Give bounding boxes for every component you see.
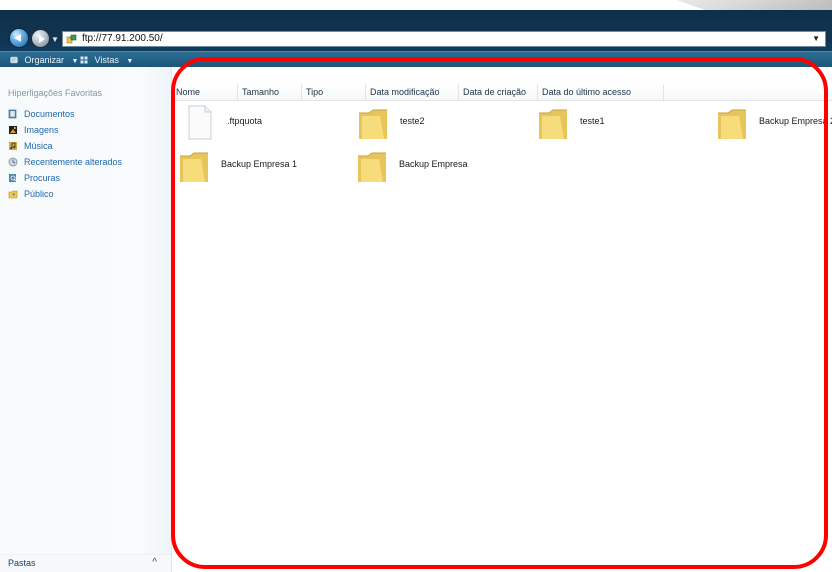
recent-icon xyxy=(8,157,18,167)
views-button[interactable]: Vistas ▼ xyxy=(80,54,133,66)
address-bar[interactable]: ftp://77.91.200.50/ ▼ xyxy=(62,31,826,47)
column-header-last-access[interactable]: Data do último acesso xyxy=(538,84,664,100)
folder-name: Backup Empresa 2 xyxy=(759,116,832,126)
sidebar-item-searches[interactable]: Procuras xyxy=(8,170,168,186)
folder-item-teste2[interactable]: teste2 xyxy=(356,103,506,145)
organize-icon xyxy=(10,56,18,64)
favorites-heading: Hiperligações Favoritas xyxy=(8,88,103,98)
column-header-modified[interactable]: Data modificação xyxy=(366,84,459,100)
folder-name: Backup Empresa xyxy=(399,159,468,169)
sidebar-item-label: Imagens xyxy=(24,125,59,135)
search-icon xyxy=(9,174,17,182)
file-grid: .ftpquota teste2 teste1 Backup Empresa 2… xyxy=(172,101,832,572)
images-icon xyxy=(9,126,17,134)
file-name: .ftpquota xyxy=(227,116,263,126)
network-location-icon xyxy=(66,34,77,44)
column-header-name[interactable]: Nome xyxy=(172,84,238,100)
folder-item-backup-empresa[interactable]: Backup Empresa xyxy=(355,146,505,188)
folders-label: Pastas xyxy=(8,558,36,568)
file-list-pane: Nome Tamanho Tipo Data modificação Data … xyxy=(172,67,832,572)
sidebar-item-label: Público xyxy=(24,189,54,199)
address-text: ftp://77.91.200.50/ xyxy=(82,33,163,44)
recent-pages-dropdown-icon[interactable]: ▼ xyxy=(51,35,59,44)
sidebar-item-label: Procuras xyxy=(24,173,61,183)
sidebar-item-images[interactable]: Imagens xyxy=(8,122,168,138)
organize-button[interactable]: Organizar ▼ xyxy=(10,54,78,66)
folder-icon xyxy=(358,152,386,182)
file-icon xyxy=(188,105,212,140)
folder-name: teste1 xyxy=(580,116,605,126)
folder-name: Backup Empresa 1 xyxy=(221,159,298,169)
folders-pane-toggle[interactable]: Pastas ^ xyxy=(0,554,171,572)
folder-item-teste1[interactable]: teste1 xyxy=(536,103,686,145)
navigation-pane: Hiperligações Favoritas Documentos Image… xyxy=(0,67,172,572)
column-header-row: Nome Tamanho Tipo Data modificação Data … xyxy=(172,84,832,101)
column-header-size[interactable]: Tamanho xyxy=(238,84,302,100)
favorites-list: Documentos Imagens Música Recentemente a… xyxy=(8,106,168,202)
sidebar-item-public[interactable]: Público xyxy=(8,186,168,202)
views-icon xyxy=(80,56,88,64)
sidebar-item-label: Recentemente alterados xyxy=(24,157,123,167)
folder-name: teste2 xyxy=(400,116,425,126)
sidebar-item-recent[interactable]: Recentemente alterados xyxy=(8,154,168,170)
folder-item-backup-empresa-1[interactable]: Backup Empresa 1 xyxy=(177,146,327,188)
command-toolbar: Organizar ▼ Vistas ▼ xyxy=(0,51,832,67)
sidebar-item-music[interactable]: Música xyxy=(8,138,168,154)
collapse-icon: ^ xyxy=(152,557,157,568)
views-label: Vistas xyxy=(94,55,119,65)
file-item-ftpquota[interactable]: .ftpquota xyxy=(183,103,333,145)
back-arrow-icon xyxy=(14,34,21,42)
folder-icon xyxy=(718,109,746,139)
folder-icon xyxy=(359,109,387,139)
organize-label: Organizar xyxy=(24,55,65,65)
public-folder-icon xyxy=(8,190,18,199)
sidebar-item-documents[interactable]: Documentos xyxy=(8,106,168,122)
folder-icon xyxy=(539,109,567,139)
column-header-created[interactable]: Data de criação xyxy=(459,84,538,100)
column-header-type[interactable]: Tipo xyxy=(302,84,366,100)
music-icon xyxy=(9,142,17,150)
sidebar-item-label: Música xyxy=(24,141,53,151)
folder-item-backup-empresa-2[interactable]: Backup Empresa 2 xyxy=(715,103,832,145)
sidebar-item-label: Documentos xyxy=(24,109,75,119)
forward-arrow-icon xyxy=(39,35,45,43)
folder-icon xyxy=(180,152,208,182)
address-dropdown-icon[interactable]: ▼ xyxy=(812,34,820,43)
documents-icon xyxy=(8,109,17,119)
explorer-window: ▼ ftp://77.91.200.50/ ▼ Organizar ▼ Vist… xyxy=(0,0,832,572)
